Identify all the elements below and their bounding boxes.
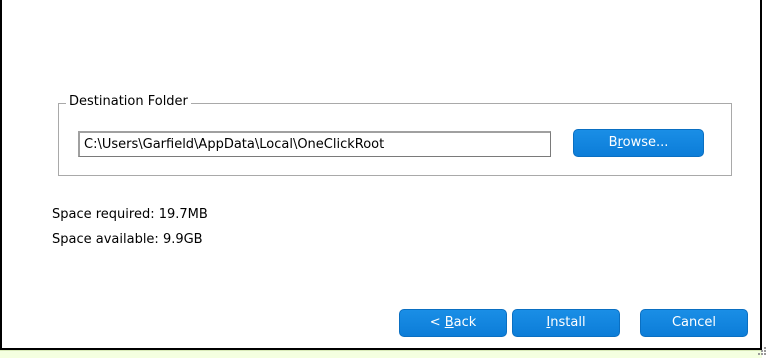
- browse-button[interactable]: Browse...: [573, 129, 704, 157]
- status-strip: [0, 350, 762, 358]
- space-required-text: Space required: 19.7MB: [52, 207, 208, 222]
- back-label-accel: B: [444, 315, 454, 330]
- destination-folder-label: Destination Folder: [66, 94, 191, 110]
- destination-path-input[interactable]: [78, 131, 551, 157]
- install-label-post: nstall: [550, 315, 586, 330]
- space-available-text: Space available: 9.9GB: [52, 232, 203, 247]
- back-label-pre: <: [429, 315, 445, 330]
- back-label-post: ack: [453, 315, 477, 330]
- browse-label-pre: B: [608, 135, 618, 150]
- cancel-button[interactable]: Cancel: [640, 309, 748, 337]
- install-button[interactable]: Install: [512, 309, 620, 337]
- browse-label-post: owse...: [622, 135, 669, 150]
- cancel-label: Cancel: [671, 315, 717, 330]
- back-button[interactable]: < Back: [399, 309, 507, 337]
- resize-grip-icon[interactable]: [758, 344, 767, 358]
